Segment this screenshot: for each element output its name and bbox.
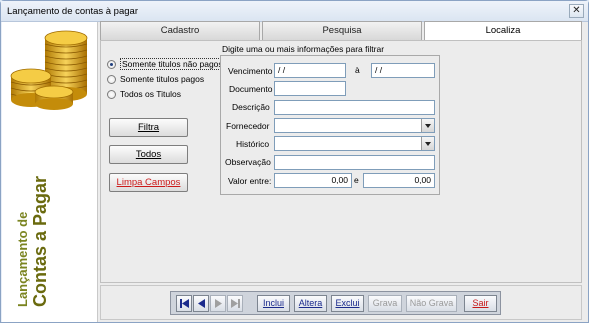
limpa-campos-button[interactable]: Limpa Campos (109, 173, 188, 192)
tab-pesquisa[interactable]: Pesquisa (262, 21, 422, 40)
exclui-button[interactable]: Exclui (331, 295, 364, 312)
bottom-toolbar: Inclui Altera Exclui Grava Não Grava Sai… (100, 285, 582, 320)
observacao-field[interactable] (274, 155, 435, 170)
filter-form: Vencimento / / à / / Documento Descrição… (220, 55, 440, 195)
chevron-down-icon[interactable] (421, 119, 434, 132)
grava-button[interactable]: Grava (368, 295, 402, 312)
tab-localiza[interactable]: Localiza (424, 21, 582, 41)
first-record-button[interactable] (176, 295, 192, 312)
record-navigator: Inclui Altera Exclui Grava Não Grava Sai… (170, 291, 501, 315)
nao-grava-button[interactable]: Não Grava (406, 295, 457, 312)
tab-cadastro[interactable]: Cadastro (100, 21, 260, 40)
radio-label: Somente titulos não pagos (120, 58, 225, 70)
tab-strip: Cadastro Pesquisa Localiza (100, 21, 584, 41)
sidebar-caption: Lançamento de Contas a Pagar (15, 175, 50, 307)
filtra-button[interactable]: Filtra (109, 118, 188, 137)
historico-label: Histórico (236, 139, 270, 149)
sidebar-panel: Lançamento de Contas a Pagar (2, 22, 98, 322)
fornecedor-label: Fornecedor (226, 121, 270, 131)
vencimento-ate-field[interactable]: / / (371, 63, 435, 78)
historico-select[interactable] (274, 136, 435, 151)
valor-de-field[interactable]: 0,00 (274, 173, 352, 188)
todos-button[interactable]: Todos (109, 145, 188, 164)
last-record-button[interactable] (227, 295, 243, 312)
chevron-down-icon[interactable] (421, 137, 434, 150)
client-area: Lançamento de Contas a Pagar Cadastro Pe… (2, 21, 588, 322)
radio-dot[interactable] (107, 60, 116, 69)
fornecedor-select[interactable] (274, 118, 435, 133)
inclui-button[interactable]: Inclui (257, 295, 290, 312)
last-icon (230, 299, 240, 308)
close-button[interactable]: ✕ (569, 4, 584, 18)
filter-hint: Digite uma ou mais informações para filt… (222, 44, 385, 54)
prior-record-button[interactable] (193, 295, 209, 312)
a-label: à (355, 65, 360, 75)
first-icon (179, 299, 189, 308)
title-bar: Lançamento de contas à pagar ✕ (1, 1, 588, 22)
localiza-tab-page: Digite uma ou mais informações para filt… (100, 40, 582, 283)
app-window: Lançamento de contas à pagar ✕ Lançament… (0, 0, 589, 323)
radio-label: Somente titulos pagos (120, 74, 205, 84)
next-icon (214, 299, 222, 308)
sair-button[interactable]: Sair (464, 295, 497, 312)
next-record-button[interactable] (210, 295, 226, 312)
prior-icon (197, 299, 205, 308)
sidebar-caption-big: Contas a Pagar (30, 175, 50, 307)
documento-label: Documento (229, 84, 273, 94)
radio-dot[interactable] (107, 90, 116, 99)
descricao-field[interactable] (274, 100, 435, 115)
radio-label: Todos os Titulos (120, 89, 181, 99)
vencimento-label: Vencimento (228, 66, 273, 76)
descricao-label: Descrição (232, 102, 270, 112)
radio-dot[interactable] (107, 75, 116, 84)
sidebar-caption-small: Lançamento de (15, 211, 30, 307)
coin-stack-icon (10, 30, 88, 110)
valor-label: Valor entre: (228, 176, 272, 186)
altera-button[interactable]: Altera (294, 295, 327, 312)
valor-ate-field[interactable]: 0,00 (363, 173, 435, 188)
window-title: Lançamento de contas à pagar (7, 6, 138, 17)
vencimento-de-field[interactable]: / / (274, 63, 346, 78)
documento-field[interactable] (274, 81, 346, 96)
e-label: e (354, 175, 359, 185)
observacao-label: Observação (225, 157, 271, 167)
